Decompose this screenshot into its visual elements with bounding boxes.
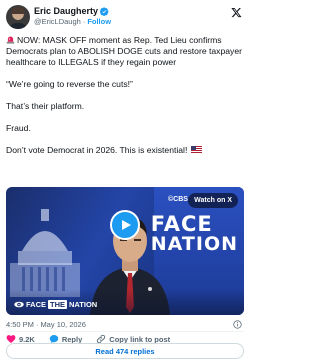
video-player[interactable]: ©CBS FACE NATION FACE THE NATION Watch on … xyxy=(6,187,244,315)
cbs-eye-icon xyxy=(14,301,24,308)
avatar-shirt xyxy=(8,23,28,29)
post-timestamp[interactable]: 4:50 PM · May 10, 2026 xyxy=(6,320,86,329)
tweet-line-4: Fraud. xyxy=(6,123,31,133)
tweet-line-1-text: NOW: MASK OFF moment as Rep. Ted Lieu co… xyxy=(6,35,242,67)
post-time: 4:50 PM xyxy=(6,320,34,329)
tweet-line-3: That’s their platform. xyxy=(6,101,85,111)
badge-suffix: NATION xyxy=(69,300,98,309)
timestamp-separator: · xyxy=(35,320,39,329)
play-button[interactable] xyxy=(110,210,140,240)
info-icon[interactable] xyxy=(233,320,242,329)
us-flag-icon xyxy=(190,146,202,153)
author-name-row: Eric Daugherty xyxy=(34,6,109,16)
avatar[interactable] xyxy=(6,5,30,29)
divider xyxy=(6,331,244,332)
show-badge: FACE THE NATION xyxy=(14,300,97,309)
read-replies-button[interactable]: Read 474 replies xyxy=(6,343,244,359)
follow-button[interactable]: Follow xyxy=(87,17,111,26)
watch-on-x-button[interactable]: Watch on X xyxy=(188,193,238,208)
author-name[interactable]: Eric Daugherty xyxy=(34,6,98,16)
badge-box: THE xyxy=(48,300,68,309)
tweet-line-2: “We’re going to reverse the cuts!” xyxy=(6,79,133,89)
siren-icon xyxy=(6,36,15,44)
handle-separator: · xyxy=(82,17,86,26)
author-handle-row: @EricLDaugh · Follow xyxy=(34,17,111,26)
avatar-hair xyxy=(11,7,25,14)
play-icon xyxy=(122,220,131,230)
verified-badge-icon xyxy=(100,6,109,16)
badge-prefix: FACE xyxy=(26,300,47,309)
network-label: ©CBS xyxy=(168,196,188,203)
x-logo-icon[interactable] xyxy=(231,7,242,18)
capitol-dome-graphic xyxy=(10,209,80,297)
post-date: May 10, 2026 xyxy=(40,320,86,329)
tweet-card: Eric Daugherty @EricLDaugh · Follow NOW: M… xyxy=(0,0,250,359)
tweet-line-5: Don’t vote Democrat in 2026. This is exi… xyxy=(6,145,246,156)
tweet-line-5-text: Don’t vote Democrat in 2026. This is exi… xyxy=(6,145,188,155)
tweet-text: NOW: MASK OFF moment as Rep. Ted Lieu co… xyxy=(6,35,246,156)
tweet-line-1: NOW: MASK OFF moment as Rep. Ted Lieu co… xyxy=(6,35,246,68)
author-handle[interactable]: @EricLDaugh xyxy=(34,17,81,26)
